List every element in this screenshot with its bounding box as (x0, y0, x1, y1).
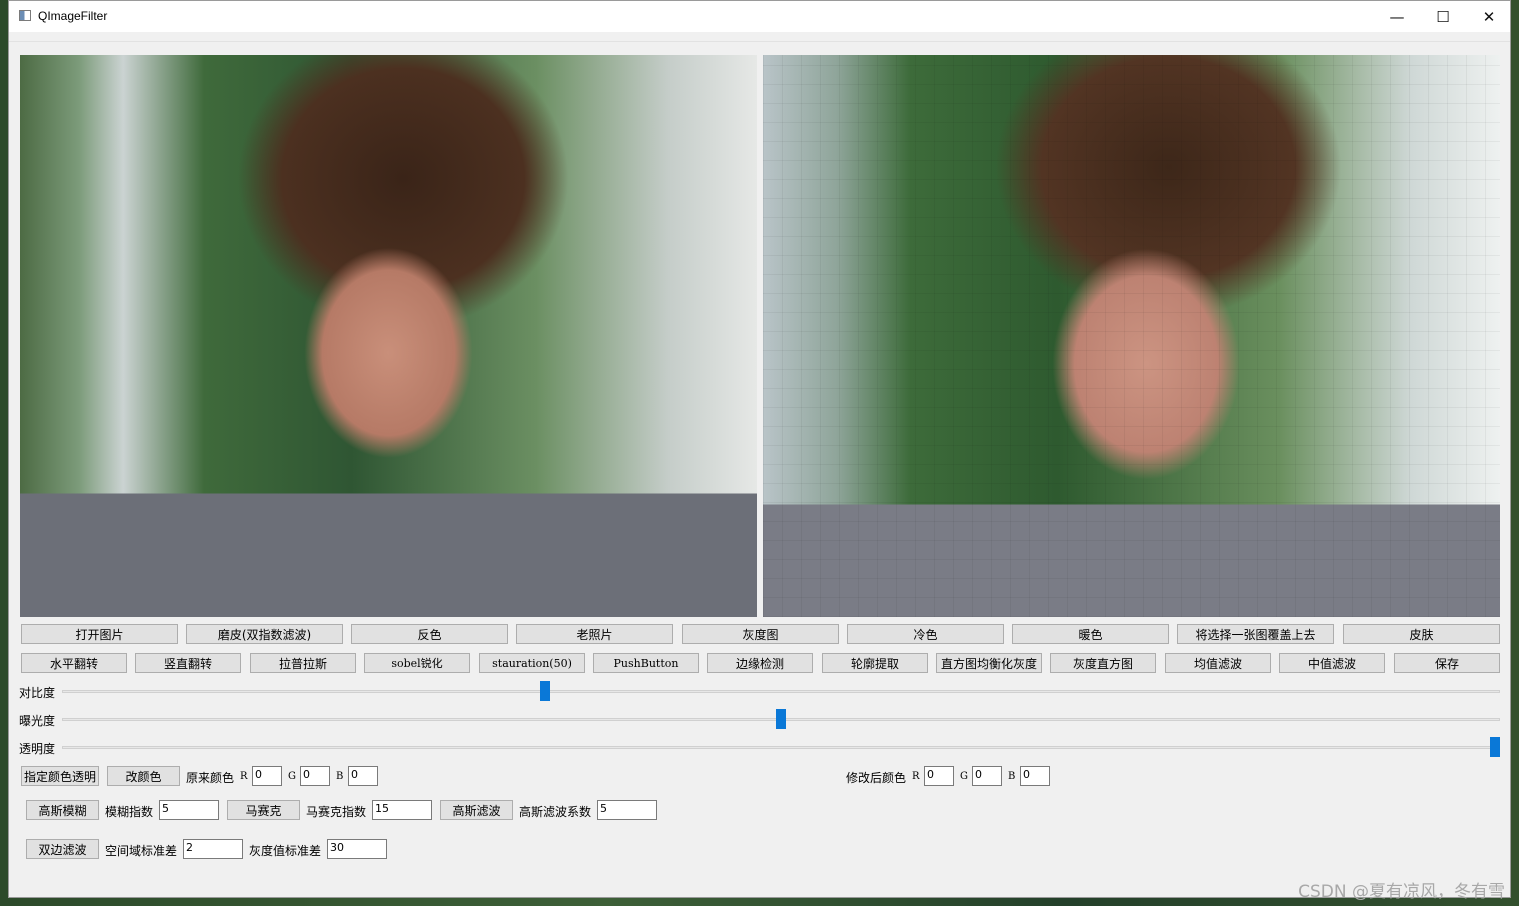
flip-vertical-button[interactable]: 竖直翻转 (135, 653, 241, 673)
skin-button[interactable]: 皮肤 (1343, 624, 1500, 644)
new-b-label: B (1008, 771, 1016, 782)
new-color-label: 修改后颜色 (846, 771, 907, 785)
app-icon (19, 10, 31, 21)
mean-filter-button[interactable]: 均值滤波 (1165, 653, 1271, 673)
maximize-icon[interactable]: ☐ (1420, 1, 1466, 32)
contrast-slider[interactable] (62, 690, 1500, 693)
title-bar[interactable]: QImageFilter — ☐ ✕ (9, 1, 1510, 32)
app-window: QImageFilter — ☐ ✕ 打开图片 磨皮(双指数滤波) 反色 老照片… (8, 0, 1511, 898)
color-transparent-button[interactable]: 指定颜色透明 (21, 766, 99, 786)
invert-button[interactable]: 反色 (351, 624, 508, 644)
orig-b-label: B (336, 771, 344, 782)
contour-extract-button[interactable]: 轮廓提取 (822, 653, 928, 673)
mosaic-index-input[interactable]: 15 (372, 800, 432, 820)
skin-smooth-button[interactable]: 磨皮(双指数滤波) (186, 624, 343, 644)
change-color-button[interactable]: 改颜色 (107, 766, 180, 786)
open-image-button[interactable]: 打开图片 (21, 624, 178, 644)
original-color-label: 原来颜色 (186, 771, 235, 785)
gaussian-coef-input[interactable]: 5 (597, 800, 657, 820)
exposure-label: 曝光度 (19, 714, 56, 728)
menu-strip (9, 32, 1510, 42)
minimize-icon[interactable]: — (1374, 1, 1420, 32)
gaussian-filter-button[interactable]: 高斯滤波 (440, 800, 513, 820)
orig-b-input[interactable]: 0 (348, 766, 378, 786)
orig-r-input[interactable]: 0 (252, 766, 282, 786)
gray-histogram-button[interactable]: 灰度直方图 (1050, 653, 1156, 673)
saturation-button[interactable]: stauration(50) (479, 653, 585, 673)
grayscale-button[interactable]: 灰度图 (682, 624, 839, 644)
orig-g-label: G (288, 771, 296, 782)
space-std-label: 空间域标准差 (105, 844, 178, 858)
mosaic-index-label: 马赛克指数 (306, 805, 367, 819)
new-g-label: G (960, 771, 968, 782)
new-r-input[interactable]: 0 (924, 766, 954, 786)
save-button[interactable]: 保存 (1394, 653, 1500, 673)
exposure-slider-handle[interactable] (776, 709, 786, 729)
overlay-image-button[interactable]: 将选择一张图覆盖上去 (1177, 624, 1334, 644)
histogram-equalize-button[interactable]: 直方图均衡化灰度 (936, 653, 1042, 673)
opacity-label: 透明度 (19, 742, 56, 756)
laplace-button[interactable]: 拉普拉斯 (250, 653, 356, 673)
median-filter-button[interactable]: 中值滤波 (1279, 653, 1385, 673)
gaussian-coef-label: 高斯滤波系数 (519, 805, 592, 819)
blur-index-label: 模糊指数 (105, 805, 154, 819)
cool-tone-button[interactable]: 冷色 (847, 624, 1004, 644)
gray-std-label: 灰度值标准差 (249, 844, 322, 858)
gray-std-input[interactable]: 30 (327, 839, 387, 859)
push-button[interactable]: PushButton (593, 653, 699, 673)
original-image (20, 55, 757, 617)
processed-image-mosaic (763, 55, 1500, 617)
window-title: QImageFilter (38, 9, 108, 23)
orig-r-label: R (240, 771, 248, 782)
blur-index-input[interactable]: 5 (159, 800, 219, 820)
new-b-input[interactable]: 0 (1020, 766, 1050, 786)
new-r-label: R (912, 771, 920, 782)
opacity-slider[interactable] (62, 746, 1500, 749)
bilateral-filter-button[interactable]: 双边滤波 (26, 839, 99, 859)
contrast-slider-handle[interactable] (540, 681, 551, 701)
new-g-input[interactable]: 0 (972, 766, 1002, 786)
orig-g-input[interactable]: 0 (300, 766, 330, 786)
contrast-label: 对比度 (19, 686, 56, 700)
sobel-sharpen-button[interactable]: sobel锐化 (364, 653, 470, 673)
space-std-input[interactable]: 2 (183, 839, 243, 859)
csdn-watermark: CSDN @夏有凉风，冬有雪 (1298, 882, 1505, 902)
flip-horizontal-button[interactable]: 水平翻转 (21, 653, 127, 673)
warm-tone-button[interactable]: 暖色 (1012, 624, 1169, 644)
close-icon[interactable]: ✕ (1466, 1, 1512, 32)
gaussian-blur-button[interactable]: 高斯模糊 (26, 800, 99, 820)
opacity-slider-handle[interactable] (1490, 737, 1500, 757)
old-photo-button[interactable]: 老照片 (516, 624, 673, 644)
edge-detect-button[interactable]: 边缘检测 (707, 653, 813, 673)
mosaic-button[interactable]: 马赛克 (227, 800, 300, 820)
